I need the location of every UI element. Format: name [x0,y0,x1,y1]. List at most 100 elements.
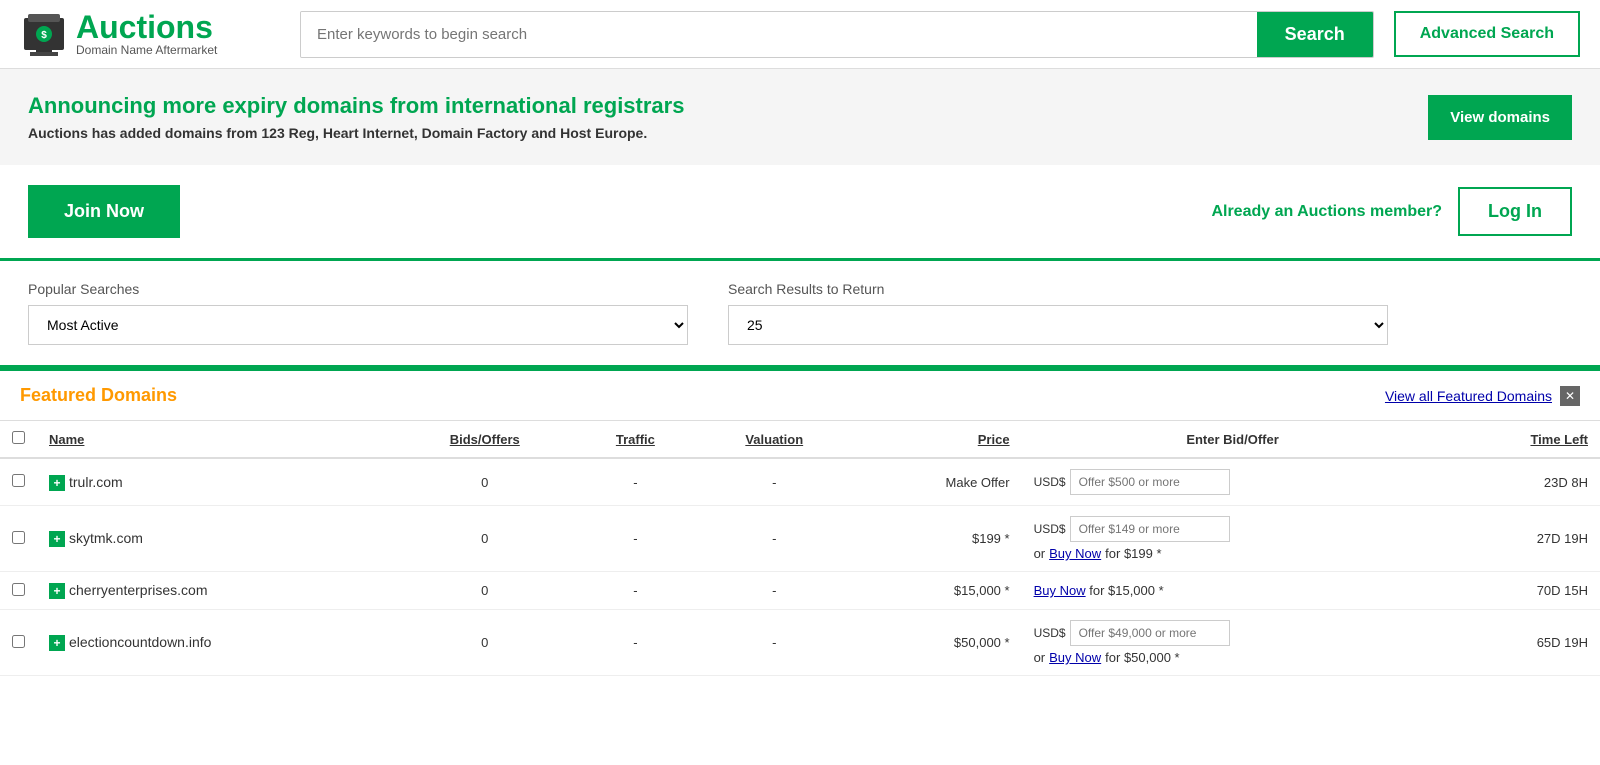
table-row: +trulr.com0--Make OfferUSD$23D 8H [0,458,1600,506]
col-name: Name [37,421,395,458]
view-domains-button[interactable]: View domains [1428,95,1572,140]
domain-name-cell: +electioncountdown.info [37,610,395,676]
bid-offer-cell: USD$ [1022,458,1444,506]
row-checkbox[interactable] [12,635,25,648]
traffic-cell: - [575,610,696,676]
buy-now-link[interactable]: Buy Now [1049,546,1101,561]
site-header: $ Auctions Domain Name Aftermarket Searc… [0,0,1600,69]
bid-offer-cell: USD$ or Buy Now for $50,000 * [1022,610,1444,676]
price-cell: Make Offer [853,458,1022,506]
col-time-left: Time Left [1444,421,1600,458]
featured-domains-section: Featured Domains View all Featured Domai… [0,368,1600,676]
col-bids: Bids/Offers [395,421,575,458]
buy-now-link[interactable]: Buy Now [1034,583,1086,598]
bids-cell: 0 [395,458,575,506]
traffic-cell: - [575,458,696,506]
buy-now-prefix: or [1034,650,1046,665]
traffic-cell: - [575,506,696,572]
domain-name[interactable]: trulr.com [69,474,123,490]
svg-text:$: $ [41,30,47,41]
close-featured-button[interactable]: ✕ [1560,386,1580,406]
bid-input[interactable] [1070,516,1230,542]
bid-input[interactable] [1070,469,1230,495]
featured-title: Featured Domains [20,385,177,406]
popular-searches-label: Popular Searches [28,281,688,297]
featured-header: Featured Domains View all Featured Domai… [0,371,1600,421]
logo-title: Auctions [76,11,217,43]
col-price: Price [853,421,1022,458]
expand-icon[interactable]: + [49,531,65,547]
col-check [0,421,37,458]
valuation-cell: - [696,458,853,506]
logo[interactable]: $ Auctions Domain Name Aftermarket [20,10,280,58]
buy-now-prefix: or [1034,546,1046,561]
bids-cell: 0 [395,506,575,572]
time-left-cell: 70D 15H [1444,572,1600,610]
already-member-text: Already an Auctions member? [1211,203,1442,221]
table-row: +skytmk.com0--$199 *USD$or Buy Now for $… [0,506,1600,572]
logo-subtitle: Domain Name Aftermarket [76,43,217,57]
time-left-cell: 23D 8H [1444,458,1600,506]
view-all-featured-link[interactable]: View all Featured Domains [1385,388,1552,404]
valuation-cell: - [696,610,853,676]
expand-icon[interactable]: + [49,475,65,491]
select-all-checkbox[interactable] [12,431,25,444]
results-return-label: Search Results to Return [728,281,1388,297]
buy-now-row: or Buy Now for $199 * [1034,546,1432,561]
col-enter-bid: Enter Bid/Offer [1022,421,1444,458]
popular-searches-select[interactable]: Most Active Highest Traffic Ending Soon … [28,305,688,345]
domain-name-cell: +cherryenterprises.com [37,572,395,610]
bids-cell: 0 [395,572,575,610]
featured-domains-table: Name Bids/Offers Traffic Valuation Price… [0,421,1600,676]
col-valuation: Valuation [696,421,853,458]
usd-label: USD$ [1034,626,1066,640]
row-checkbox-cell [0,572,37,610]
bid-offer-cell: USD$ or Buy Now for $199 * [1022,506,1444,572]
valuation-cell: - [696,506,853,572]
col-traffic: Traffic [575,421,696,458]
search-button[interactable]: Search [1257,12,1373,57]
expand-icon[interactable]: + [49,583,65,599]
price-cell: $50,000 * [853,610,1022,676]
search-bar: Search [300,11,1374,58]
buy-now-only-cell: Buy Now for $15,000 * [1034,583,1164,598]
usd-label: USD$ [1034,475,1066,489]
login-area: Already an Auctions member? Log In [1211,187,1572,236]
buy-now-link[interactable]: Buy Now [1049,650,1101,665]
logo-icon: $ [20,10,68,58]
domain-name[interactable]: electioncountdown.info [69,634,211,650]
login-button[interactable]: Log In [1458,187,1572,236]
domain-name-cell: +trulr.com [37,458,395,506]
time-left-cell: 27D 19H [1444,506,1600,572]
price-cell: $199 * [853,506,1022,572]
row-checkbox[interactable] [12,531,25,544]
featured-header-right: View all Featured Domains ✕ [1385,386,1580,406]
search-input[interactable] [301,12,1257,57]
row-checkbox-cell [0,506,37,572]
buy-now-row: or Buy Now for $50,000 * [1034,650,1432,665]
results-return-select[interactable]: 10 25 50 100 [728,305,1388,345]
buy-now-suffix: for $199 * [1105,546,1161,561]
popular-searches-group: Popular Searches Most Active Highest Tra… [28,281,688,345]
row-checkbox[interactable] [12,583,25,596]
join-section: Join Now Already an Auctions member? Log… [0,165,1600,258]
row-checkbox-cell [0,458,37,506]
domain-name[interactable]: cherryenterprises.com [69,582,208,598]
join-now-button[interactable]: Join Now [28,185,180,238]
domain-name[interactable]: skytmk.com [69,530,143,546]
traffic-cell: - [575,572,696,610]
domain-name-cell: +skytmk.com [37,506,395,572]
price-cell: $15,000 * [853,572,1022,610]
row-checkbox[interactable] [12,474,25,487]
row-checkbox-cell [0,610,37,676]
results-return-group: Search Results to Return 10 25 50 100 [728,281,1388,345]
usd-label: USD$ [1034,522,1066,536]
advanced-search-button[interactable]: Advanced Search [1394,11,1580,57]
expand-icon[interactable]: + [49,635,65,651]
bid-input[interactable] [1070,620,1230,646]
announcement-banner: Announcing more expiry domains from inte… [0,69,1600,165]
bid-offer-cell: Buy Now for $15,000 * [1022,572,1444,610]
table-row: +cherryenterprises.com0--$15,000 *Buy No… [0,572,1600,610]
search-options-section: Popular Searches Most Active Highest Tra… [0,258,1600,368]
buy-now-suffix: for $15,000 * [1086,583,1164,598]
